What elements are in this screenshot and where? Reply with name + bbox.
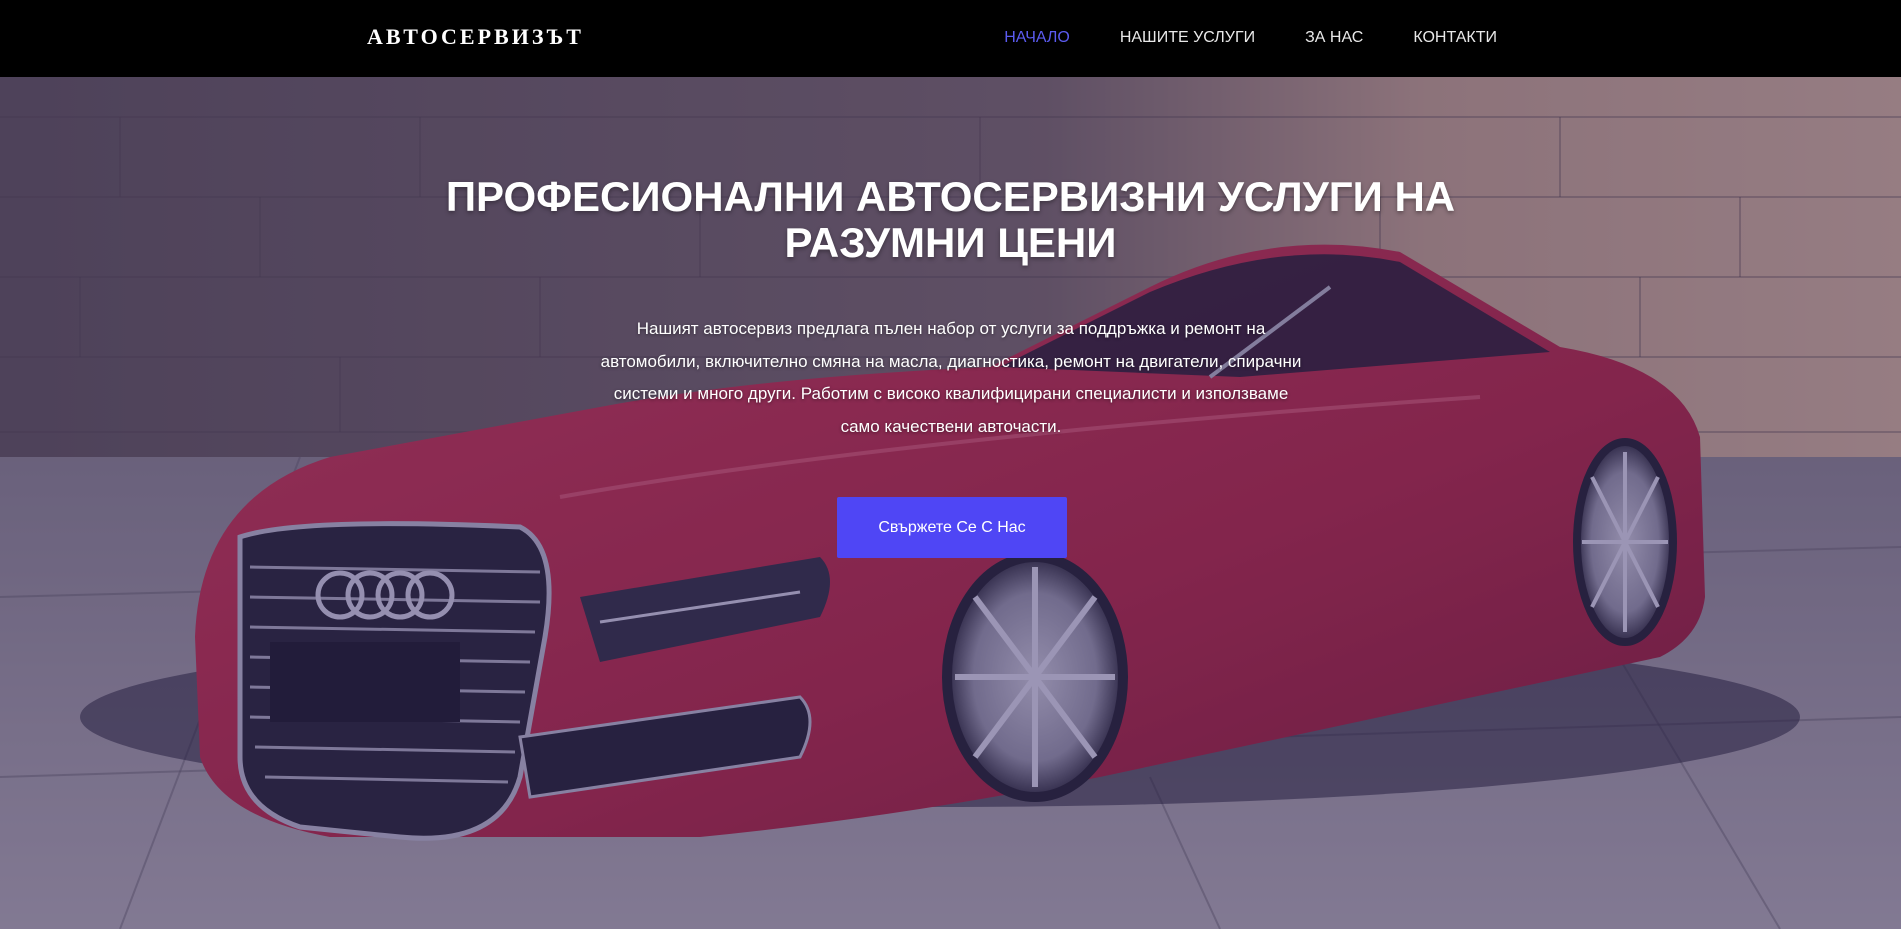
- brand-logo[interactable]: АВТОСЕРВИЗЪТ: [367, 24, 584, 50]
- top-navbar: АВТОСЕРВИЗЪТ НАЧАЛО НАШИТЕ УСЛУГИ ЗА НАС…: [0, 0, 1901, 77]
- contact-us-button[interactable]: Свържете Се С Нас: [837, 497, 1067, 558]
- nav-link-contacts[interactable]: КОНТАКТИ: [1413, 29, 1497, 51]
- nav-link-about[interactable]: ЗА НАС: [1305, 29, 1363, 51]
- nav-link-services[interactable]: НАШИТЕ УСЛУГИ: [1120, 29, 1255, 51]
- hero-description: Нашият автосервиз предлага пълен набор о…: [600, 319, 1302, 436]
- hero-section: ПРОФЕСИОНАЛНИ АВТОСЕРВИЗНИ УСЛУГИ НА РАЗ…: [0, 77, 1901, 929]
- page-bottom-strip: [0, 929, 1901, 950]
- nav-link-home[interactable]: НАЧАЛО: [1004, 29, 1070, 51]
- main-menu: НАЧАЛО НАШИТЕ УСЛУГИ ЗА НАС КОНТАКТИ: [1004, 29, 1497, 51]
- hero-title: ПРОФЕСИОНАЛНИ АВТОСЕРВИЗНИ УСЛУГИ НА РАЗ…: [445, 173, 1456, 266]
